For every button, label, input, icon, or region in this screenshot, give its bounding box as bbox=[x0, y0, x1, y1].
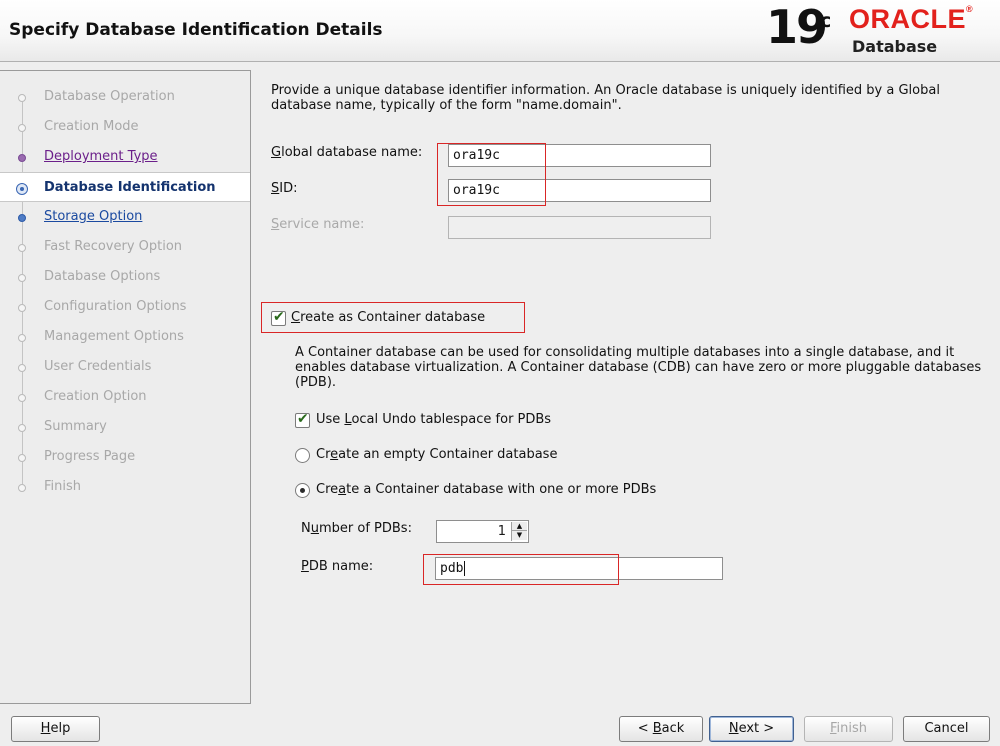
num-pdbs-label: Number of PDBs: bbox=[301, 521, 412, 536]
current-step-icon bbox=[16, 183, 28, 195]
num-pdbs-spinner[interactable]: 1 ▲ ▼ bbox=[436, 520, 529, 543]
service-name-label: Service name: bbox=[271, 217, 365, 232]
checkmark-icon: ✔ bbox=[273, 309, 285, 325]
step-deployment-type[interactable]: Deployment Type bbox=[0, 142, 250, 172]
step-creation-option: Creation Option bbox=[0, 382, 250, 412]
step-fast-recovery-option: Fast Recovery Option bbox=[0, 232, 250, 262]
step-progress-page: Progress Page bbox=[0, 442, 250, 472]
highlight-box-db-name-sid bbox=[437, 143, 546, 206]
header-banner: Specify Database Identification Details … bbox=[0, 0, 1000, 62]
step-dot-icon bbox=[18, 334, 26, 342]
finish-button[interactable]: Finish bbox=[804, 716, 893, 742]
step-creation-mode: Creation Mode bbox=[0, 112, 250, 142]
step-database-options: Database Options bbox=[0, 262, 250, 292]
container-with-pdbs-label[interactable]: Create a Container database with one or … bbox=[316, 482, 656, 497]
step-database-operation: Database Operation bbox=[0, 82, 250, 112]
spinner-down-icon[interactable]: ▼ bbox=[512, 531, 527, 540]
intro-text: Provide a unique database identifier inf… bbox=[271, 83, 940, 113]
step-dot-icon bbox=[18, 364, 26, 372]
spinner-up-icon[interactable]: ▲ bbox=[512, 522, 527, 531]
step-dot-icon bbox=[18, 214, 26, 222]
step-dot-icon bbox=[18, 274, 26, 282]
step-finish: Finish bbox=[0, 472, 250, 502]
highlight-box-pdb-name bbox=[423, 554, 619, 585]
num-pdbs-value: 1 bbox=[497, 524, 506, 539]
local-undo-label[interactable]: Use Local Undo tablespace for PDBs bbox=[316, 412, 551, 427]
step-dot-icon bbox=[18, 154, 26, 162]
pdb-name-label: PDB name: bbox=[301, 559, 374, 574]
next-button[interactable]: Next > bbox=[709, 716, 794, 742]
create-container-label[interactable]: Create as Container database bbox=[291, 310, 485, 325]
step-storage-option[interactable]: Storage Option bbox=[0, 202, 250, 232]
step-dot-icon bbox=[18, 394, 26, 402]
cancel-button[interactable]: Cancel bbox=[903, 716, 990, 742]
step-configuration-options: Configuration Options bbox=[0, 292, 250, 322]
spinner-arrows: ▲ ▼ bbox=[511, 522, 527, 541]
step-database-identification: Database Identification bbox=[0, 172, 250, 202]
checkmark-icon: ✔ bbox=[297, 411, 309, 427]
logo-brand: ORACLE® bbox=[849, 4, 974, 34]
oracle-19c-logo: 19 c ORACLE® Database bbox=[766, 0, 991, 58]
wizard-steps-sidebar: Database Operation Creation Mode Deploym… bbox=[0, 70, 251, 704]
step-dot-icon bbox=[18, 244, 26, 252]
help-button[interactable]: Help bbox=[11, 716, 100, 742]
main-content: Provide a unique database identifier inf… bbox=[252, 70, 1000, 704]
global-db-name-label: Global database name: bbox=[271, 145, 423, 160]
step-dot-icon bbox=[18, 484, 26, 492]
empty-container-radio[interactable] bbox=[295, 448, 310, 463]
container-description: A Container database can be used for con… bbox=[295, 345, 982, 390]
page-title: Specify Database Identification Details bbox=[9, 20, 383, 40]
container-with-pdbs-radio[interactable] bbox=[295, 483, 310, 498]
step-dot-icon bbox=[18, 424, 26, 432]
sid-label: SID: bbox=[271, 181, 298, 196]
step-dot-icon bbox=[18, 304, 26, 312]
step-dot-icon bbox=[18, 454, 26, 462]
empty-container-label[interactable]: Create an empty Container database bbox=[316, 447, 557, 462]
step-summary: Summary bbox=[0, 412, 250, 442]
step-user-credentials: User Credentials bbox=[0, 352, 250, 382]
service-name-input[interactable] bbox=[448, 216, 711, 239]
back-button[interactable]: < Back bbox=[619, 716, 703, 742]
step-management-options: Management Options bbox=[0, 322, 250, 352]
create-container-checkbox[interactable]: ✔ bbox=[271, 309, 286, 326]
step-dot-icon bbox=[18, 94, 26, 102]
step-dot-icon bbox=[18, 124, 26, 132]
logo-version: 19 c bbox=[766, 0, 831, 54]
local-undo-checkbox[interactable]: ✔ bbox=[295, 411, 310, 428]
logo-product: Database bbox=[852, 37, 938, 56]
